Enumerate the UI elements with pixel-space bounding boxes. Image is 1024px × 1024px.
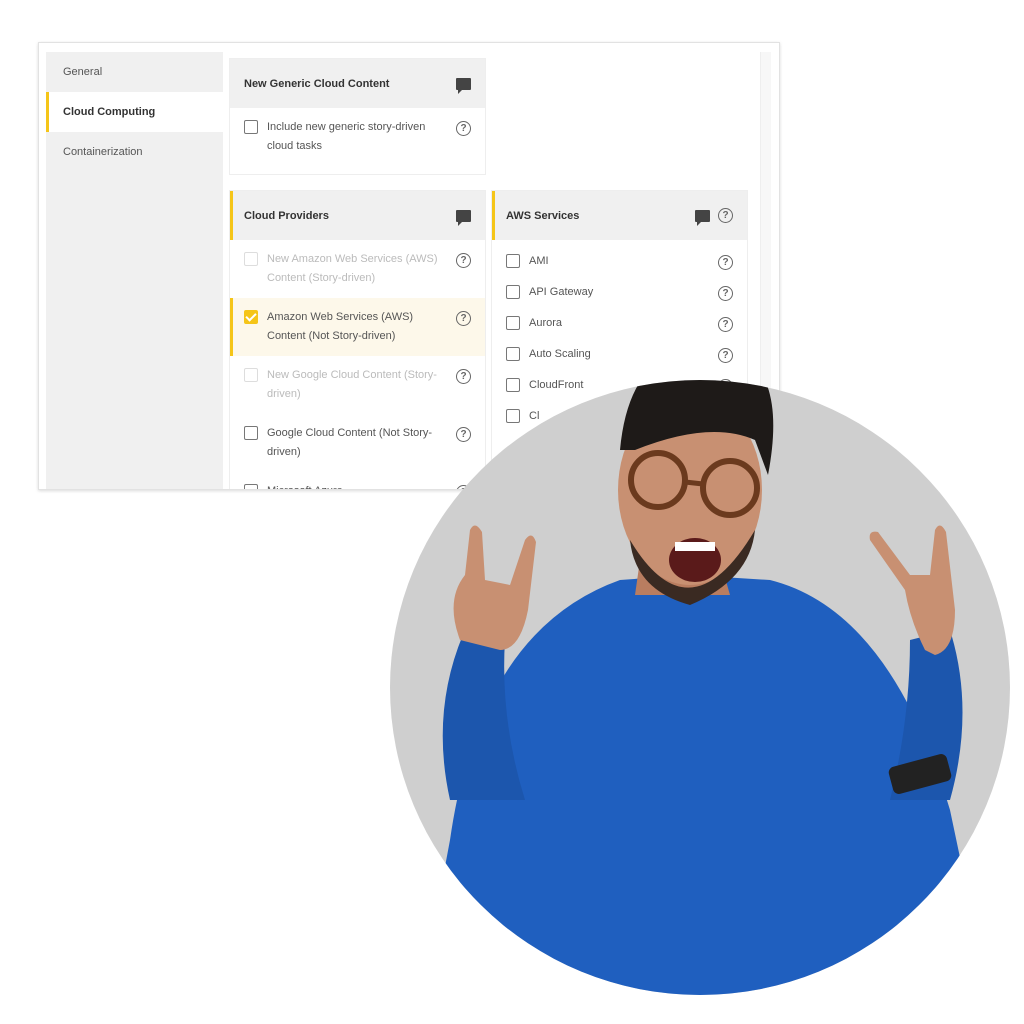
checkbox-row[interactable]: Google Cloud Content (Not Story-driven)? bbox=[230, 414, 485, 472]
checkbox-row[interactable]: AMI? bbox=[492, 246, 747, 277]
checkbox-label: API Gateway bbox=[529, 286, 594, 298]
sidebar-item-containerization[interactable]: Containerization bbox=[46, 132, 223, 172]
checkbox-row[interactable]: Include new generic story-driven cloud t… bbox=[230, 108, 485, 166]
checkbox[interactable] bbox=[506, 347, 520, 361]
comment-icon[interactable] bbox=[456, 77, 471, 94]
checkbox-label: Amazon Web Services (AWS) Content (Not S… bbox=[267, 311, 414, 342]
sidebar-item-general[interactable]: General bbox=[46, 52, 223, 92]
checkbox[interactable] bbox=[506, 285, 520, 299]
checkbox-row[interactable]: New Google Cloud Content (Story-driven)? bbox=[230, 356, 485, 414]
checkbox-label: New Amazon Web Services (AWS) Content (S… bbox=[267, 253, 438, 284]
excited-man-illustration bbox=[420, 380, 989, 995]
checkbox-row[interactable]: Auto Scaling? bbox=[492, 339, 747, 370]
help-icon[interactable]: ? bbox=[718, 286, 733, 301]
help-icon[interactable]: ? bbox=[456, 121, 471, 136]
checkbox[interactable] bbox=[506, 316, 520, 330]
comment-icon[interactable] bbox=[695, 209, 710, 226]
generic-content-card: New Generic Cloud Content Include new ge… bbox=[229, 58, 486, 175]
checkbox[interactable] bbox=[506, 254, 520, 268]
card-header: New Generic Cloud Content bbox=[230, 59, 485, 108]
checkbox-label: Aurora bbox=[529, 317, 563, 329]
card-header: Cloud Providers bbox=[230, 191, 485, 240]
checkbox[interactable] bbox=[244, 484, 258, 489]
comment-icon[interactable] bbox=[456, 209, 471, 226]
checkbox-row[interactable]: New Amazon Web Services (AWS) Content (S… bbox=[230, 240, 485, 298]
checkbox-label: AMI bbox=[529, 255, 549, 267]
sidebar-item-cloud-computing[interactable]: Cloud Computing bbox=[46, 92, 223, 132]
help-icon[interactable]: ? bbox=[718, 348, 733, 363]
checkbox-label: Auto Scaling bbox=[529, 348, 591, 360]
checkbox[interactable] bbox=[244, 252, 258, 266]
help-icon[interactable]: ? bbox=[718, 208, 733, 223]
checkbox-row[interactable]: API Gateway? bbox=[492, 277, 747, 308]
help-icon[interactable]: ? bbox=[456, 369, 471, 384]
checkbox-label: Include new generic story-driven cloud t… bbox=[267, 121, 426, 152]
checkbox[interactable] bbox=[244, 426, 258, 440]
card-header: AWS Services ? bbox=[492, 191, 747, 240]
checkbox[interactable] bbox=[506, 378, 520, 392]
card-title: AWS Services bbox=[506, 209, 580, 222]
checkbox[interactable] bbox=[244, 310, 258, 324]
checkbox[interactable] bbox=[244, 120, 258, 134]
help-icon[interactable]: ? bbox=[718, 255, 733, 270]
help-icon[interactable]: ? bbox=[718, 317, 733, 332]
checkbox-label: New Google Cloud Content (Story-driven) bbox=[267, 369, 437, 400]
help-icon[interactable]: ? bbox=[456, 427, 471, 442]
sidebar: General Cloud Computing Containerization bbox=[46, 52, 223, 489]
checkbox-row[interactable]: Aurora? bbox=[492, 308, 747, 339]
checkbox[interactable] bbox=[506, 409, 520, 423]
help-icon[interactable]: ? bbox=[456, 311, 471, 326]
checkbox[interactable] bbox=[244, 368, 258, 382]
card-title: Cloud Providers bbox=[244, 209, 329, 222]
checkbox-label: Microsoft Azure bbox=[258, 482, 448, 489]
checkbox-label: Google Cloud Content (Not Story-driven) bbox=[267, 427, 433, 458]
checkbox-row[interactable]: Microsoft Azure? bbox=[230, 472, 485, 489]
card-title: New Generic Cloud Content bbox=[244, 77, 390, 90]
person-photo bbox=[390, 380, 1010, 995]
cloud-providers-card: Cloud Providers New Amazon Web Services … bbox=[229, 190, 486, 489]
checkbox-row[interactable]: Amazon Web Services (AWS) Content (Not S… bbox=[230, 298, 485, 356]
help-icon[interactable]: ? bbox=[456, 253, 471, 268]
